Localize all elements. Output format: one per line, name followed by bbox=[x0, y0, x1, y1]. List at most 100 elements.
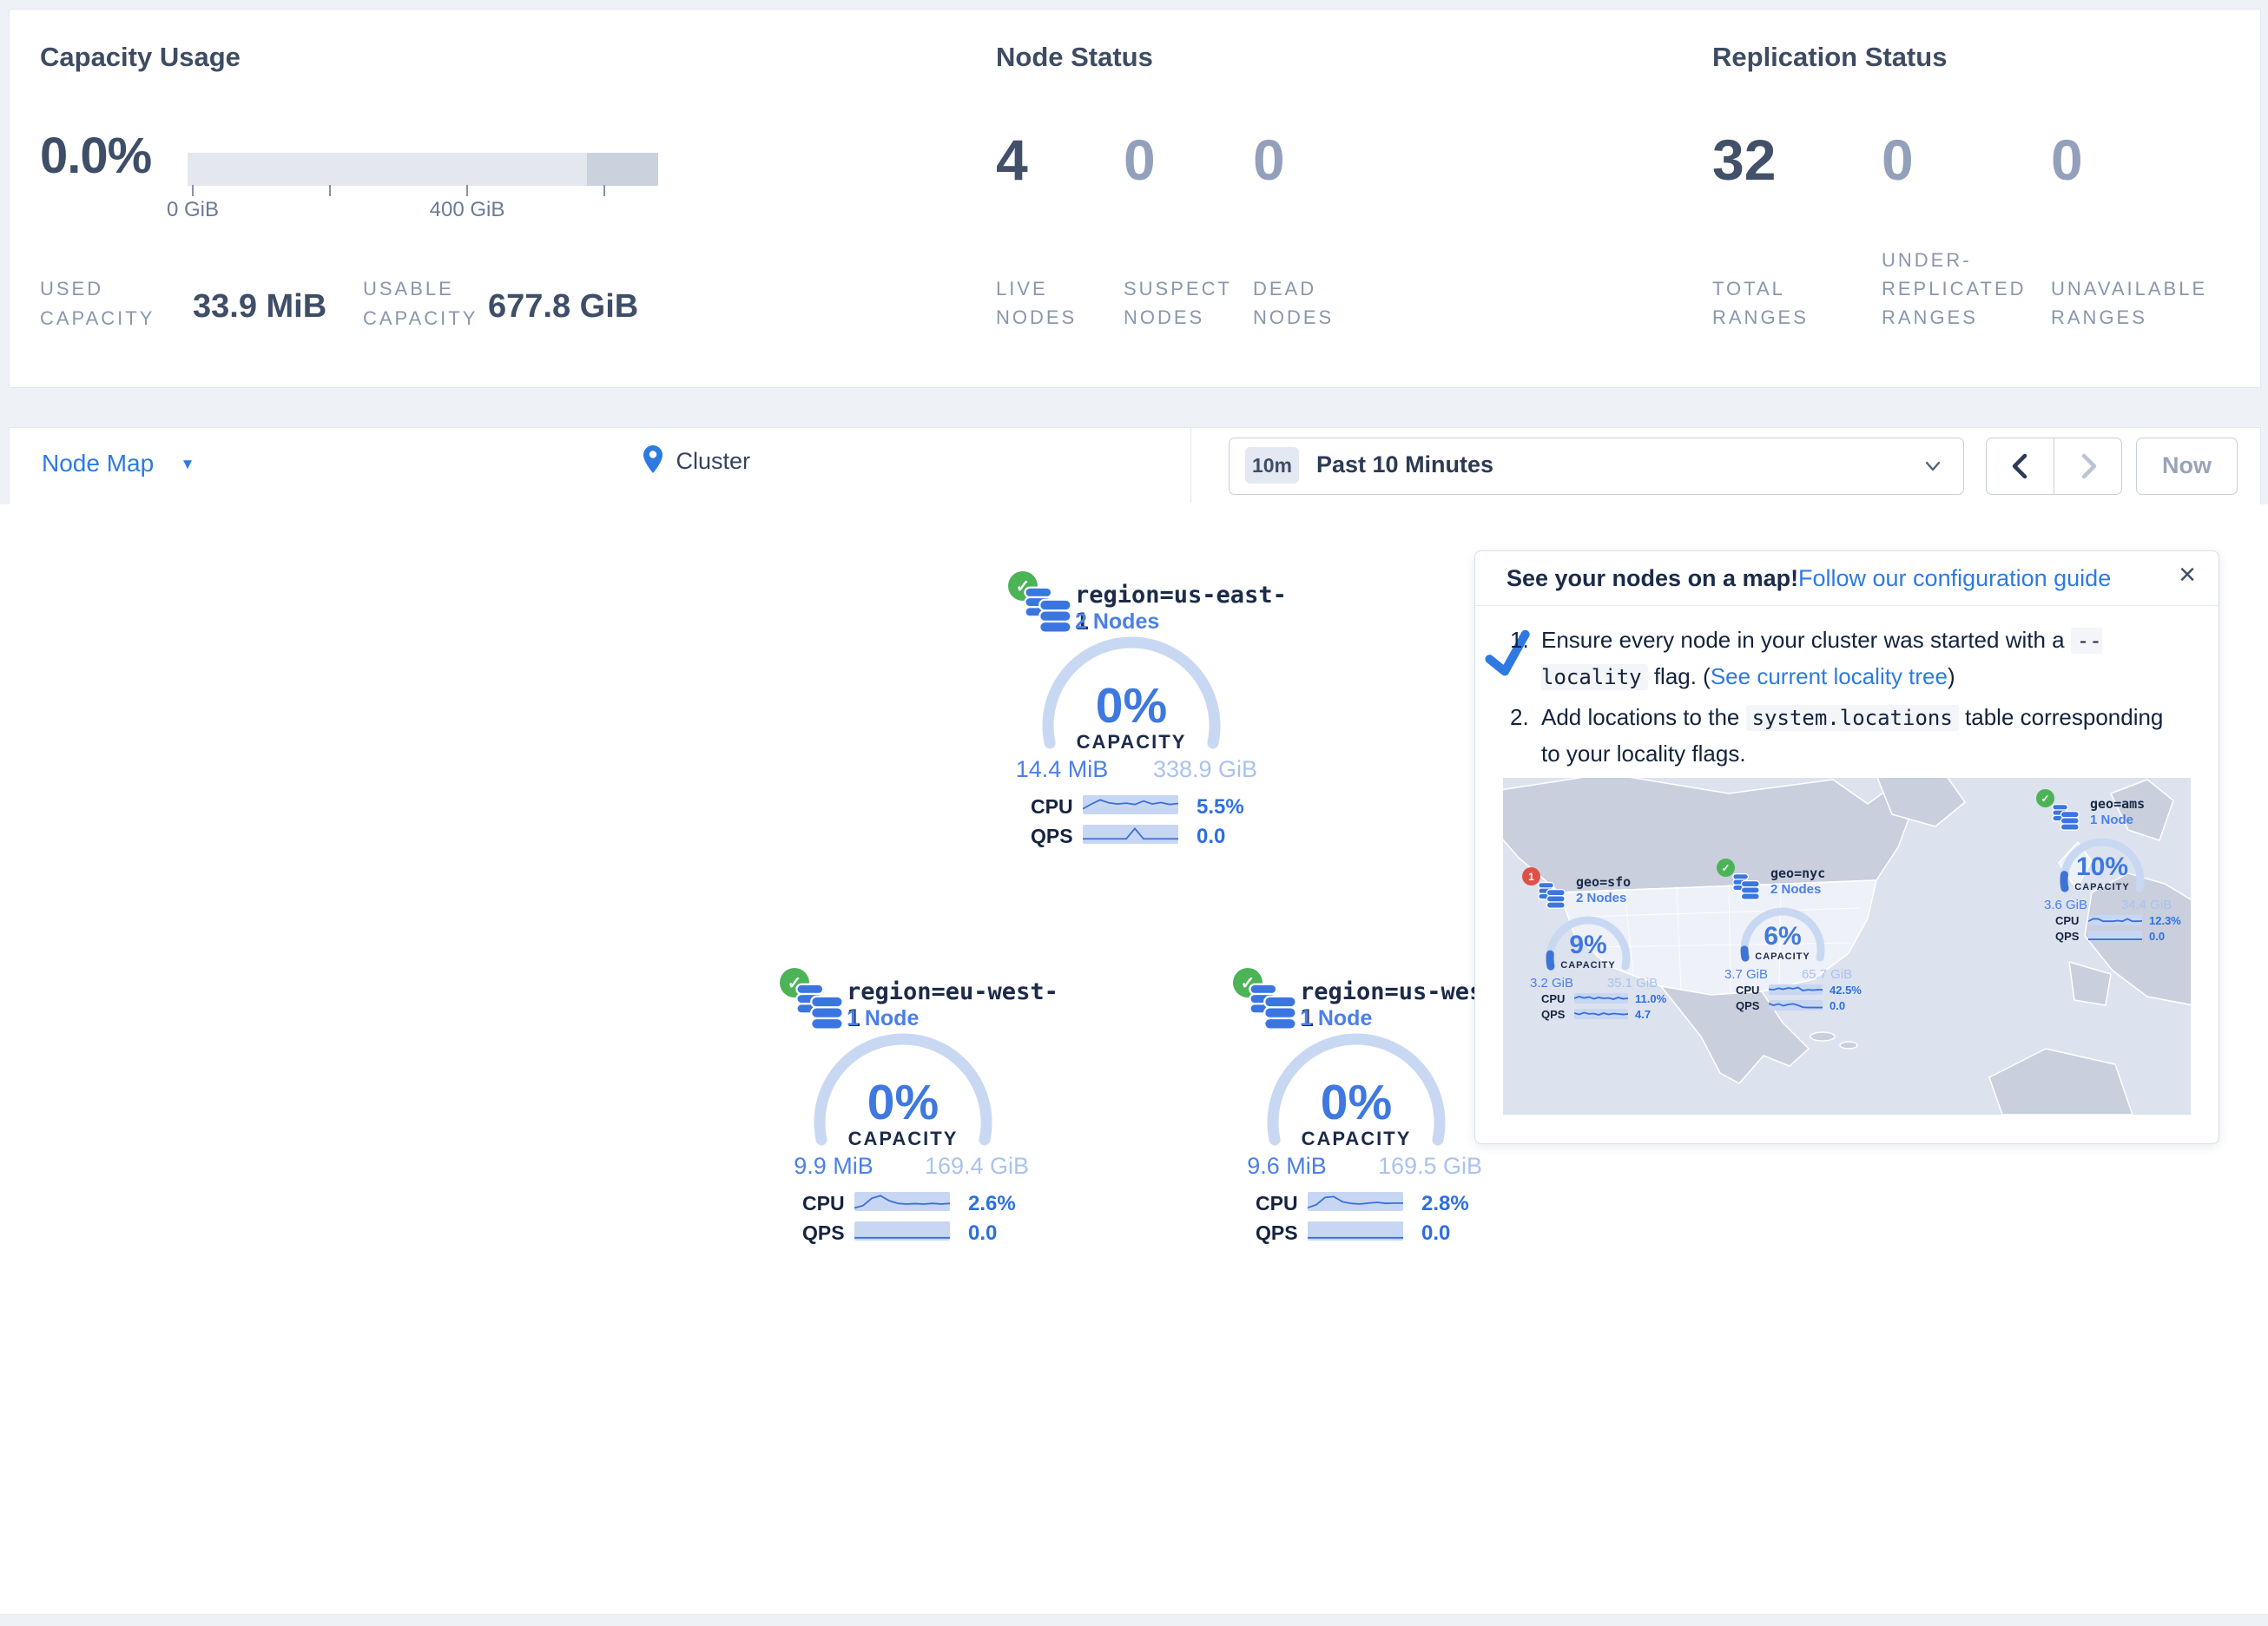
cpu-label: CPU bbox=[1736, 984, 1759, 997]
qps-value: 0.0 bbox=[1830, 999, 1845, 1012]
cpu-value: 11.0% bbox=[1635, 992, 1666, 1005]
geo-name: geo=sfo bbox=[1576, 874, 1631, 890]
system-locations-code: system.locations bbox=[1746, 705, 1959, 731]
capacity-gauge: 0% CAPACITY bbox=[1036, 630, 1227, 821]
cpu-sparkline bbox=[1769, 984, 1823, 995]
qps-value: 0.0 bbox=[968, 1221, 997, 1246]
locality-tree-link[interactable]: See current locality tree bbox=[1711, 663, 1948, 689]
used-capacity-label: USED CAPACITY bbox=[40, 274, 155, 333]
total-capacity: 35.1 GiB bbox=[1589, 976, 1676, 991]
qps-label: QPS bbox=[2055, 930, 2079, 943]
region-group-us-east-1: ✓ region=us-east-1 2 Nodes 0% CAPACITY 1… bbox=[975, 566, 1296, 861]
axis-tick-label: 0 GiB bbox=[167, 198, 219, 222]
qps-label: QPS bbox=[1031, 825, 1073, 848]
qps-sparkline bbox=[854, 1221, 950, 1241]
database-stack-icon bbox=[1538, 881, 1566, 909]
capacity-usage-title: Capacity Usage bbox=[40, 42, 241, 73]
cpu-value: 5.5% bbox=[1197, 795, 1244, 820]
capacity-percent: 9% bbox=[1536, 931, 1640, 960]
cpu-label: CPU bbox=[1031, 795, 1073, 819]
cpu-sparkline bbox=[2088, 915, 2142, 925]
popup-title: See your nodes on a map! bbox=[1507, 565, 1798, 592]
database-stack-icon bbox=[795, 982, 844, 1030]
configuration-guide-link[interactable]: Follow our configuration guide bbox=[1798, 565, 2111, 592]
qps-value: 0.0 bbox=[2149, 930, 2165, 943]
now-button-label: Now bbox=[2162, 452, 2212, 478]
geo-name: geo=ams bbox=[2090, 796, 2145, 812]
qps-sparkline bbox=[1308, 1221, 1403, 1241]
view-dropdown[interactable]: Node Map ▼ bbox=[42, 450, 194, 477]
used-capacity: 9.6 MiB bbox=[1226, 1153, 1348, 1180]
dead-nodes-stat: 0 DEAD NODES bbox=[1253, 127, 1379, 332]
cpu-sparkline bbox=[1308, 1192, 1403, 1211]
time-back-button[interactable] bbox=[2008, 452, 2034, 484]
time-nav-arrows bbox=[1986, 438, 2122, 495]
capacity-usage-bar-segment bbox=[587, 153, 658, 186]
qps-sparkline bbox=[1083, 825, 1178, 844]
breadcrumb-label: Cluster bbox=[676, 448, 750, 474]
capacity-label: CAPACITY bbox=[1731, 951, 1835, 962]
total-capacity: 338.9 GiB bbox=[1136, 756, 1275, 783]
suspect-nodes-stat: 0 SUSPECT NODES bbox=[1124, 127, 1249, 332]
geo-nodes-link[interactable]: 2 Nodes bbox=[1770, 882, 1821, 897]
node-status-title: Node Status bbox=[996, 42, 1153, 73]
geo-nodes-link[interactable]: 1 Node bbox=[2090, 813, 2133, 827]
popup-steps: 1. Ensure every node in your cluster was… bbox=[1510, 622, 2187, 772]
check-icon: ✓ bbox=[1721, 862, 1730, 874]
qps-label: QPS bbox=[1736, 999, 1759, 1012]
database-stack-icon bbox=[1249, 982, 1297, 1030]
capacity-usage-bar bbox=[188, 153, 658, 186]
check-icon: ✓ bbox=[2041, 793, 2049, 805]
breadcrumb[interactable]: Cluster bbox=[643, 444, 750, 478]
usable-capacity-value: 677.8 GiB bbox=[488, 288, 638, 326]
capacity-percent: 0% bbox=[1036, 677, 1227, 734]
close-icon[interactable]: × bbox=[2179, 560, 2196, 589]
total-capacity: 34.4 GiB bbox=[2103, 898, 2190, 912]
qps-sparkline bbox=[2088, 931, 2142, 941]
cpu-value: 42.5% bbox=[1830, 984, 1862, 997]
cpu-label: CPU bbox=[1256, 1192, 1298, 1215]
cpu-label: CPU bbox=[2055, 914, 2079, 927]
capacity-percent: 0% bbox=[808, 1074, 999, 1131]
toolbar-divider bbox=[1190, 428, 1191, 503]
axis-tick-label: 400 GiB bbox=[430, 198, 505, 222]
usable-capacity-label: USABLE CAPACITY bbox=[363, 274, 478, 333]
geo-nodes-link[interactable]: 2 Nodes bbox=[1576, 891, 1626, 905]
region-group-eu-west-1: ✓ region=eu-west-1 1 Node 0% CAPACITY 9.… bbox=[747, 963, 1068, 1258]
geo-group-sfo: 1 geo=sfo 2 Nodes 9% CAPACITY 3.2 GiB 35… bbox=[1519, 866, 1692, 1039]
qps-value: 4.7 bbox=[1635, 1008, 1651, 1021]
used-capacity: 3.6 GiB bbox=[2022, 898, 2109, 912]
capacity-usage-percent: 0.0% bbox=[40, 127, 151, 185]
qps-value: 0.0 bbox=[1421, 1221, 1450, 1246]
region-group-us-west-1: ✓ region=us-west-1 1 Node 0% CAPACITY 9.… bbox=[1200, 963, 1521, 1258]
location-pin-icon bbox=[643, 444, 663, 478]
replication-status-title: Replication Status bbox=[1712, 42, 1947, 73]
axis-tick bbox=[329, 185, 331, 196]
chevron-down-icon bbox=[1922, 456, 1943, 481]
capacity-label: CAPACITY bbox=[1261, 1128, 1452, 1150]
unavailable-ranges-stat: 0 UNAVAILABLE RANGES bbox=[2051, 127, 2216, 332]
popup-header: See your nodes on a map! Follow our conf… bbox=[1475, 551, 2219, 606]
total-capacity: 169.4 GiB bbox=[907, 1153, 1046, 1180]
time-range-select[interactable]: 10m Past 10 Minutes bbox=[1229, 438, 1964, 495]
step-1: 1. Ensure every node in your cluster was… bbox=[1510, 622, 2187, 695]
total-capacity: 169.5 GiB bbox=[1361, 1153, 1500, 1180]
geo-name: geo=nyc bbox=[1770, 866, 1825, 881]
now-button[interactable]: Now bbox=[2136, 438, 2238, 495]
step-2: 2. Add locations to the system.locations… bbox=[1510, 700, 2187, 772]
axis-tick bbox=[466, 185, 468, 196]
cpu-label: CPU bbox=[802, 1192, 845, 1215]
cpu-value: 2.8% bbox=[1421, 1192, 1469, 1216]
qps-sparkline bbox=[1574, 1009, 1628, 1019]
time-forward-button[interactable] bbox=[2075, 452, 2101, 484]
chevron-down-icon: ▼ bbox=[181, 456, 195, 472]
qps-label: QPS bbox=[1256, 1221, 1298, 1245]
capacity-label: CAPACITY bbox=[1036, 731, 1227, 754]
geo-group-nyc: ✓ geo=nyc 2 Nodes 6% CAPACITY 3.7 GiB 65… bbox=[1713, 857, 1887, 1030]
used-capacity-value: 33.9 MiB bbox=[193, 288, 326, 326]
world-map-preview: 1 geo=sfo 2 Nodes 9% CAPACITY 3.2 GiB 35… bbox=[1503, 778, 2191, 1115]
used-capacity: 3.7 GiB bbox=[1703, 967, 1790, 982]
capacity-percent: 6% bbox=[1731, 922, 1835, 951]
used-capacity: 3.2 GiB bbox=[1508, 976, 1595, 991]
database-stack-icon bbox=[2052, 803, 2080, 831]
